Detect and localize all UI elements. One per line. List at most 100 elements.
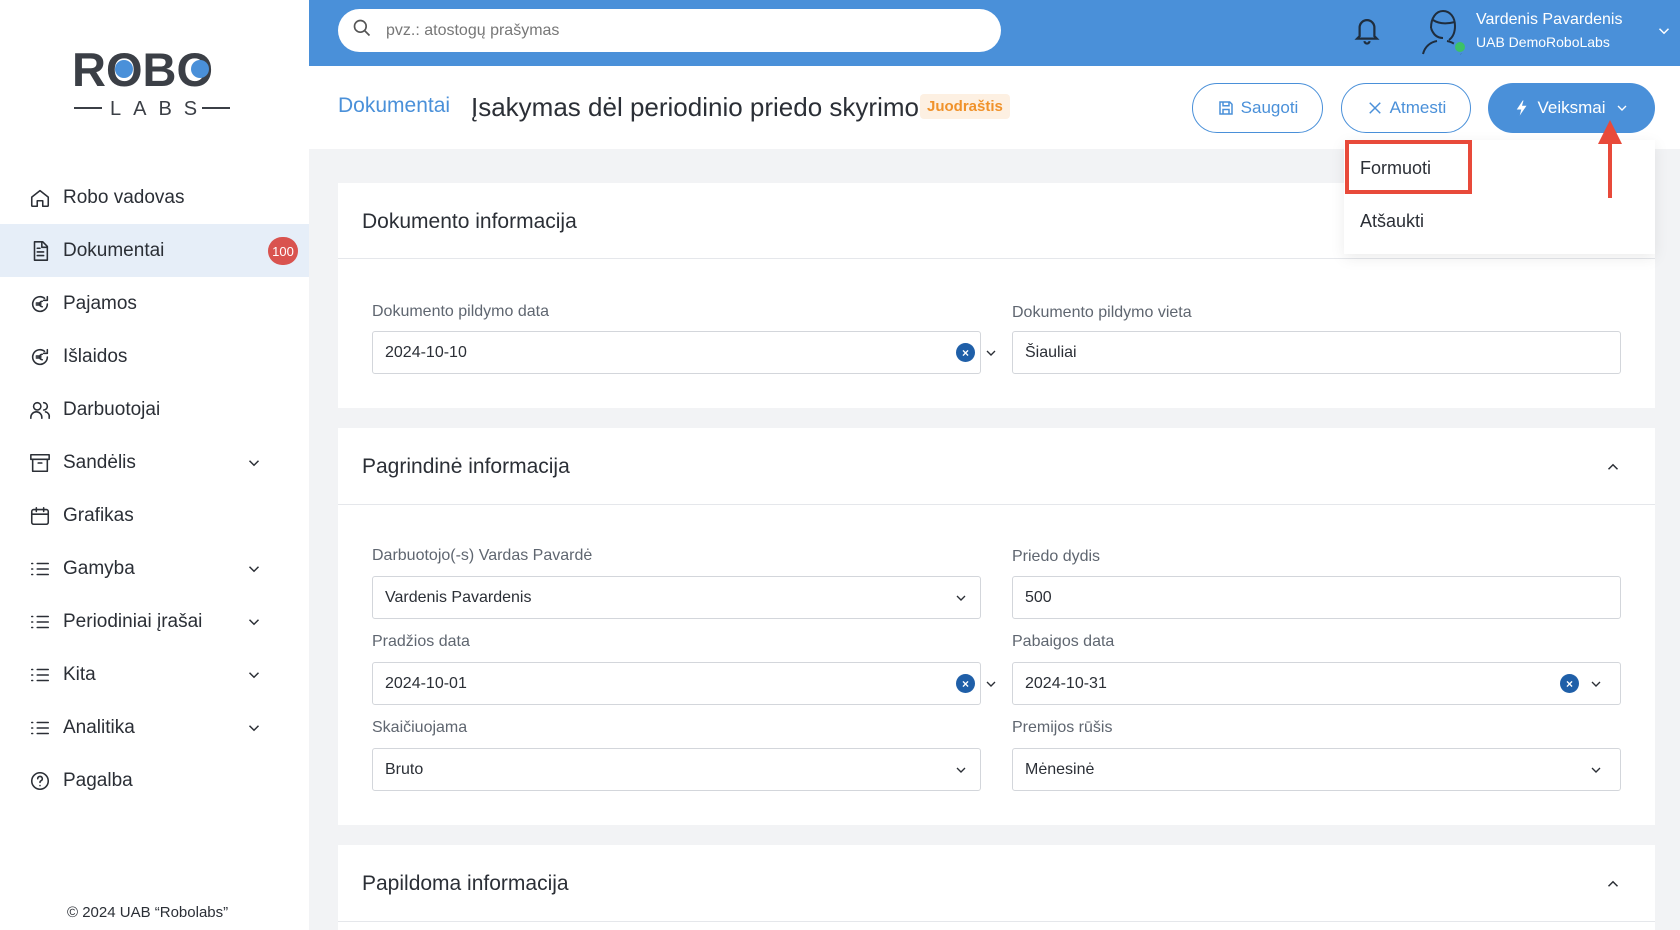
calculation-select[interactable]: Bruto bbox=[372, 748, 981, 791]
save-icon bbox=[1218, 101, 1233, 115]
sidebar: ROBO LABS Robo vadovas Dokumentai 100 Pa… bbox=[0, 0, 309, 930]
bell-icon[interactable] bbox=[1352, 14, 1382, 46]
employee-select[interactable]: Vardenis Pavardenis bbox=[372, 576, 981, 619]
home-icon bbox=[29, 187, 51, 209]
chevron-down-icon[interactable] bbox=[245, 560, 263, 578]
actions-button[interactable]: Veiksmai bbox=[1488, 83, 1655, 133]
sidebar-item-label: Darbuotojai bbox=[63, 398, 161, 420]
chevron-down-icon[interactable] bbox=[245, 613, 263, 631]
sidebar-item-pagalba[interactable]: Pagalba bbox=[0, 754, 309, 807]
field-label: Priedo dydis bbox=[1012, 548, 1101, 565]
chevron-down-icon[interactable] bbox=[245, 666, 263, 684]
arrow-up-annotation-icon bbox=[1598, 120, 1622, 198]
document-date-field[interactable]: 2024-10-10 × bbox=[372, 331, 996, 374]
help-icon bbox=[29, 770, 51, 792]
list-icon bbox=[29, 611, 51, 633]
top-bar: Vardenis Pavardenis UAB DemoRoboLabs bbox=[309, 0, 1680, 66]
chevron-down-icon[interactable] bbox=[953, 590, 969, 606]
status-badge: Juodraštis bbox=[920, 94, 1010, 119]
breadcrumb[interactable]: Dokumentai bbox=[338, 94, 450, 118]
chevron-down-icon[interactable] bbox=[245, 719, 263, 737]
list-icon bbox=[29, 558, 51, 580]
sidebar-nav: Robo vadovas Dokumentai 100 Pajamos Išla… bbox=[0, 171, 309, 807]
highlight-annotation bbox=[1345, 140, 1472, 194]
bonus-type-select[interactable]: Mėnesinė bbox=[1012, 748, 1621, 791]
sidebar-item-grafikas[interactable]: Grafikas bbox=[0, 489, 309, 542]
clear-icon[interactable]: × bbox=[956, 674, 975, 693]
sidebar-item-label: Pagalba bbox=[63, 769, 133, 791]
sidebar-item-sandelis[interactable]: Sandėlis bbox=[0, 436, 309, 489]
robolabs-logo[interactable]: ROBO LABS bbox=[72, 42, 232, 122]
sidebar-item-label: Sandėlis bbox=[63, 451, 136, 473]
field-value: 2024-10-01 bbox=[385, 674, 467, 692]
sidebar-item-dokumentai[interactable]: Dokumentai 100 bbox=[0, 224, 309, 277]
field-value: Vardenis Pavardenis bbox=[385, 588, 532, 606]
document-icon bbox=[29, 240, 51, 262]
chevron-up-icon[interactable] bbox=[1604, 875, 1622, 893]
page-header: Dokumentai Įsakymas dėl periodinio pried… bbox=[309, 66, 1680, 149]
document-place-field[interactable]: Šiauliai bbox=[1012, 331, 1621, 374]
extra-info-card: Papildoma informacija bbox=[338, 845, 1655, 930]
list-icon bbox=[29, 717, 51, 739]
clear-icon[interactable]: × bbox=[956, 343, 975, 362]
end-date-field[interactable]: 2024-10-31 × bbox=[1012, 662, 1621, 705]
close-icon bbox=[1368, 102, 1381, 114]
chevron-down-icon[interactable] bbox=[953, 762, 969, 778]
field-value: 2024-10-31 bbox=[1025, 674, 1107, 692]
sidebar-item-label: Išlaidos bbox=[63, 345, 128, 367]
search-input[interactable] bbox=[386, 21, 966, 40]
card-header: Pagrindinė informacija bbox=[338, 428, 1655, 505]
chevron-down-icon[interactable] bbox=[983, 345, 999, 361]
field-value: Bruto bbox=[385, 760, 424, 778]
chevron-down-icon[interactable] bbox=[1655, 22, 1673, 40]
chevron-down-icon[interactable] bbox=[983, 676, 999, 692]
field-value: Mėnesinė bbox=[1025, 760, 1095, 778]
card-header: Papildoma informacija bbox=[338, 845, 1655, 922]
bonus-amount-field[interactable]: 500 bbox=[1012, 576, 1621, 619]
chevron-up-icon[interactable] bbox=[1604, 458, 1622, 476]
sidebar-item-gamyba[interactable]: Gamyba bbox=[0, 542, 309, 595]
user-company: UAB DemoRoboLabs bbox=[1476, 34, 1610, 50]
main-info-card: Pagrindinė informacija Darbuotojo(-s) Va… bbox=[338, 428, 1655, 825]
sidebar-item-label: Robo vadovas bbox=[63, 186, 185, 208]
search-box[interactable] bbox=[338, 9, 1001, 52]
sidebar-item-label: Periodiniai įrašai bbox=[63, 610, 203, 632]
sidebar-item-periodiniai-irasai[interactable]: Periodiniai įrašai bbox=[0, 595, 309, 648]
field-label: Premijos rūšis bbox=[1012, 719, 1113, 736]
search-icon bbox=[352, 18, 372, 43]
field-value: 2024-10-10 bbox=[385, 343, 467, 361]
sidebar-item-label: Gamyba bbox=[63, 557, 135, 579]
reject-button-label: Atmesti bbox=[1389, 98, 1447, 117]
chevron-down-icon[interactable] bbox=[1588, 762, 1604, 778]
field-label: Dokumento pildymo data bbox=[372, 303, 549, 320]
chevron-down-icon[interactable] bbox=[1588, 676, 1604, 692]
start-date-field[interactable]: 2024-10-01 × bbox=[372, 662, 996, 705]
chevron-down-icon[interactable] bbox=[245, 454, 263, 472]
card-title: Dokumento informacija bbox=[362, 210, 577, 233]
field-label: Pradžios data bbox=[372, 633, 470, 650]
sidebar-item-robo-vadovas[interactable]: Robo vadovas bbox=[0, 171, 309, 224]
user-name[interactable]: Vardenis Pavardenis bbox=[1476, 11, 1622, 29]
lightning-icon bbox=[1517, 100, 1527, 116]
copyright: © 2024 UAB “Robolabs” bbox=[67, 904, 229, 921]
menu-item-atsaukti[interactable]: Atšaukti bbox=[1360, 211, 1424, 232]
euro-icon bbox=[29, 293, 51, 315]
sidebar-item-darbuotojai[interactable]: Darbuotojai bbox=[0, 383, 309, 436]
save-button[interactable]: Saugoti bbox=[1192, 83, 1323, 133]
field-label: Skaičiuojama bbox=[372, 719, 468, 736]
card-title: Pagrindinė informacija bbox=[362, 455, 570, 478]
save-button-label: Saugoti bbox=[1240, 98, 1299, 117]
sidebar-item-islaidos[interactable]: Išlaidos bbox=[0, 330, 309, 383]
field-label: Darbuotojo(-s) Vardas Pavardė bbox=[372, 547, 593, 564]
reject-button[interactable]: Atmesti bbox=[1341, 83, 1471, 133]
card-title: Papildoma informacija bbox=[362, 872, 569, 895]
clear-icon[interactable]: × bbox=[1560, 674, 1579, 693]
notification-badge: 100 bbox=[268, 237, 298, 265]
field-value: Šiauliai bbox=[1025, 343, 1077, 361]
field-value: 500 bbox=[1025, 588, 1052, 606]
sidebar-item-kita[interactable]: Kita bbox=[0, 648, 309, 701]
sidebar-item-pajamos[interactable]: Pajamos bbox=[0, 277, 309, 330]
archive-icon bbox=[29, 452, 51, 474]
actions-button-label: Veiksmai bbox=[1537, 98, 1606, 117]
sidebar-item-analitika[interactable]: Analitika bbox=[0, 701, 309, 754]
